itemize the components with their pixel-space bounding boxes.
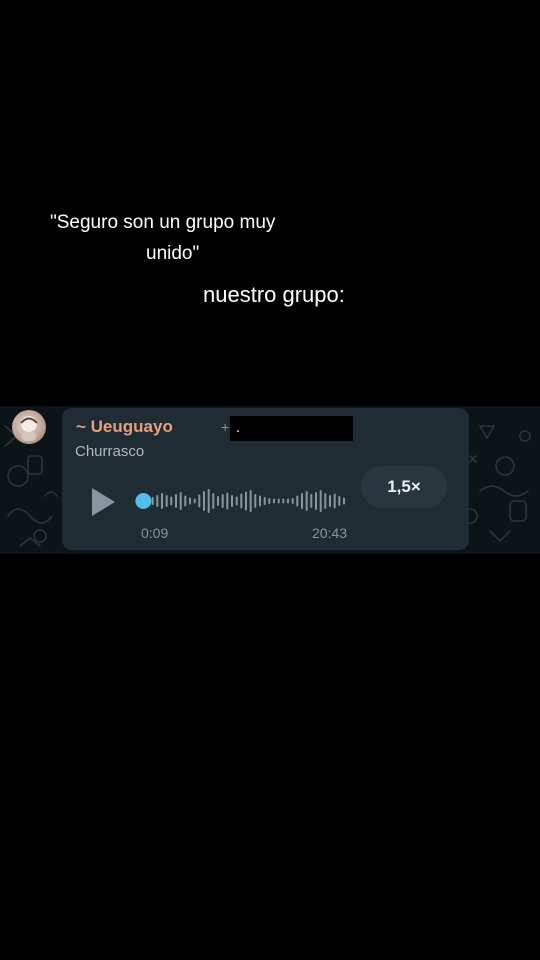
caption-line-1: "Seguro son un grupo muy	[50, 212, 276, 233]
play-icon	[92, 488, 115, 516]
caption-line-3: nuestro grupo:	[203, 282, 345, 307]
play-button[interactable]	[88, 485, 118, 519]
total-duration: 20:43	[312, 525, 348, 541]
playback-speed-button[interactable]: 1,5×	[361, 466, 447, 508]
chat-screenshot: ~ Ueuguayo + . Churrasco 0:09 20:43 1,5×	[0, 406, 540, 554]
progress-knob[interactable]	[135, 493, 152, 509]
voice-message-bubble[interactable]: ~ Ueuguayo + . Churrasco 0:09 20:43 1,5×	[62, 408, 469, 550]
avatar-image	[20, 416, 38, 441]
sender-name[interactable]: ~ Ueuguayo	[76, 417, 173, 437]
current-time: 0:09	[141, 525, 169, 541]
caption-line-2: unido"	[146, 243, 200, 264]
sender-phone-prefix: +	[221, 419, 230, 435]
group-name: Churrasco	[75, 443, 145, 460]
audio-waveform[interactable]	[132, 484, 354, 518]
sender-avatar[interactable]	[12, 410, 46, 444]
redacted-visible-char: .	[236, 419, 241, 436]
redaction-box: .	[230, 416, 353, 441]
